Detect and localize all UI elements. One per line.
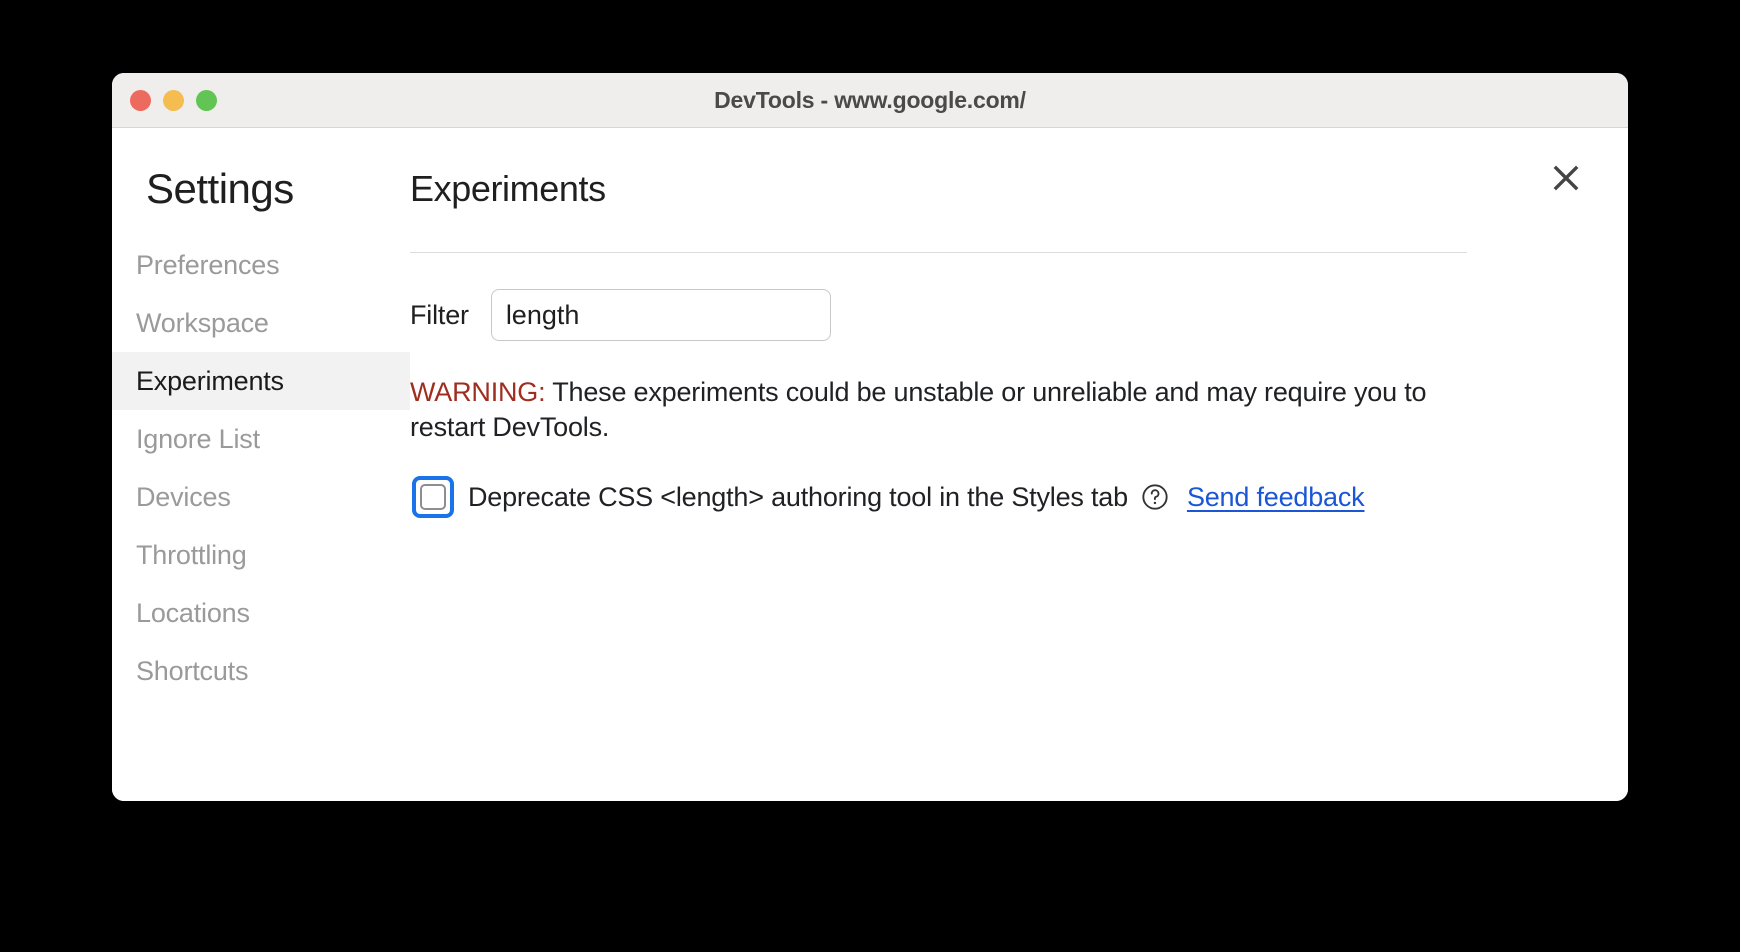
experiment-checkbox[interactable] [410,474,456,520]
send-feedback-link[interactable]: Send feedback [1187,482,1365,513]
sidebar-item-label: Locations [136,598,250,629]
window-close-button[interactable] [130,90,151,111]
window-maximize-button[interactable] [196,90,217,111]
sidebar-item-label: Shortcuts [136,656,248,687]
sidebar-item-label: Throttling [136,540,247,571]
filter-row: Filter [410,289,1588,341]
settings-main-panel: Experiments Filter WARNING: These experi… [410,128,1628,801]
help-circle-icon[interactable] [1141,483,1169,511]
experiment-label: Deprecate CSS <length> authoring tool in… [468,482,1128,513]
panel-divider [410,252,1467,253]
sidebar-item-ignore-list[interactable]: Ignore List [112,410,410,468]
checkbox-box [412,476,454,518]
warning-text: These experiments could be unstable or u… [410,377,1426,442]
window-title: DevTools - www.google.com/ [112,87,1628,114]
sidebar-item-shortcuts[interactable]: Shortcuts [112,642,410,700]
experiments-panel: Experiments Filter WARNING: These experi… [410,168,1588,520]
desktop-background: DevTools - www.google.com/ Settings Pref… [0,0,1740,952]
experiments-warning: WARNING: These experiments could be unst… [410,375,1470,444]
sidebar-item-label: Workspace [136,308,269,339]
sidebar-item-locations[interactable]: Locations [112,584,410,642]
sidebar-item-label: Devices [136,482,231,513]
sidebar-item-experiments[interactable]: Experiments [112,352,410,410]
filter-input[interactable] [491,289,831,341]
experiment-row: Deprecate CSS <length> authoring tool in… [410,474,1588,520]
filter-label: Filter [410,300,469,331]
settings-heading: Settings [112,168,410,210]
sidebar-item-label: Ignore List [136,424,260,455]
window-minimize-button[interactable] [163,90,184,111]
page-title: Experiments [410,168,1588,210]
window-titlebar: DevTools - www.google.com/ [112,73,1628,128]
sidebar-item-workspace[interactable]: Workspace [112,294,410,352]
sidebar-item-label: Preferences [136,250,279,281]
sidebar-item-preferences[interactable]: Preferences [112,236,410,294]
settings-sidebar: Settings Preferences Workspace Experimen… [112,128,410,801]
sidebar-item-throttling[interactable]: Throttling [112,526,410,584]
checkbox-inner [420,484,446,510]
sidebar-item-label: Experiments [136,366,284,397]
window-body: Settings Preferences Workspace Experimen… [112,128,1628,801]
traffic-light-group [130,73,217,127]
devtools-settings-window: DevTools - www.google.com/ Settings Pref… [112,73,1628,801]
warning-label: WARNING: [410,377,545,407]
close-icon[interactable] [1548,160,1584,196]
sidebar-item-devices[interactable]: Devices [112,468,410,526]
